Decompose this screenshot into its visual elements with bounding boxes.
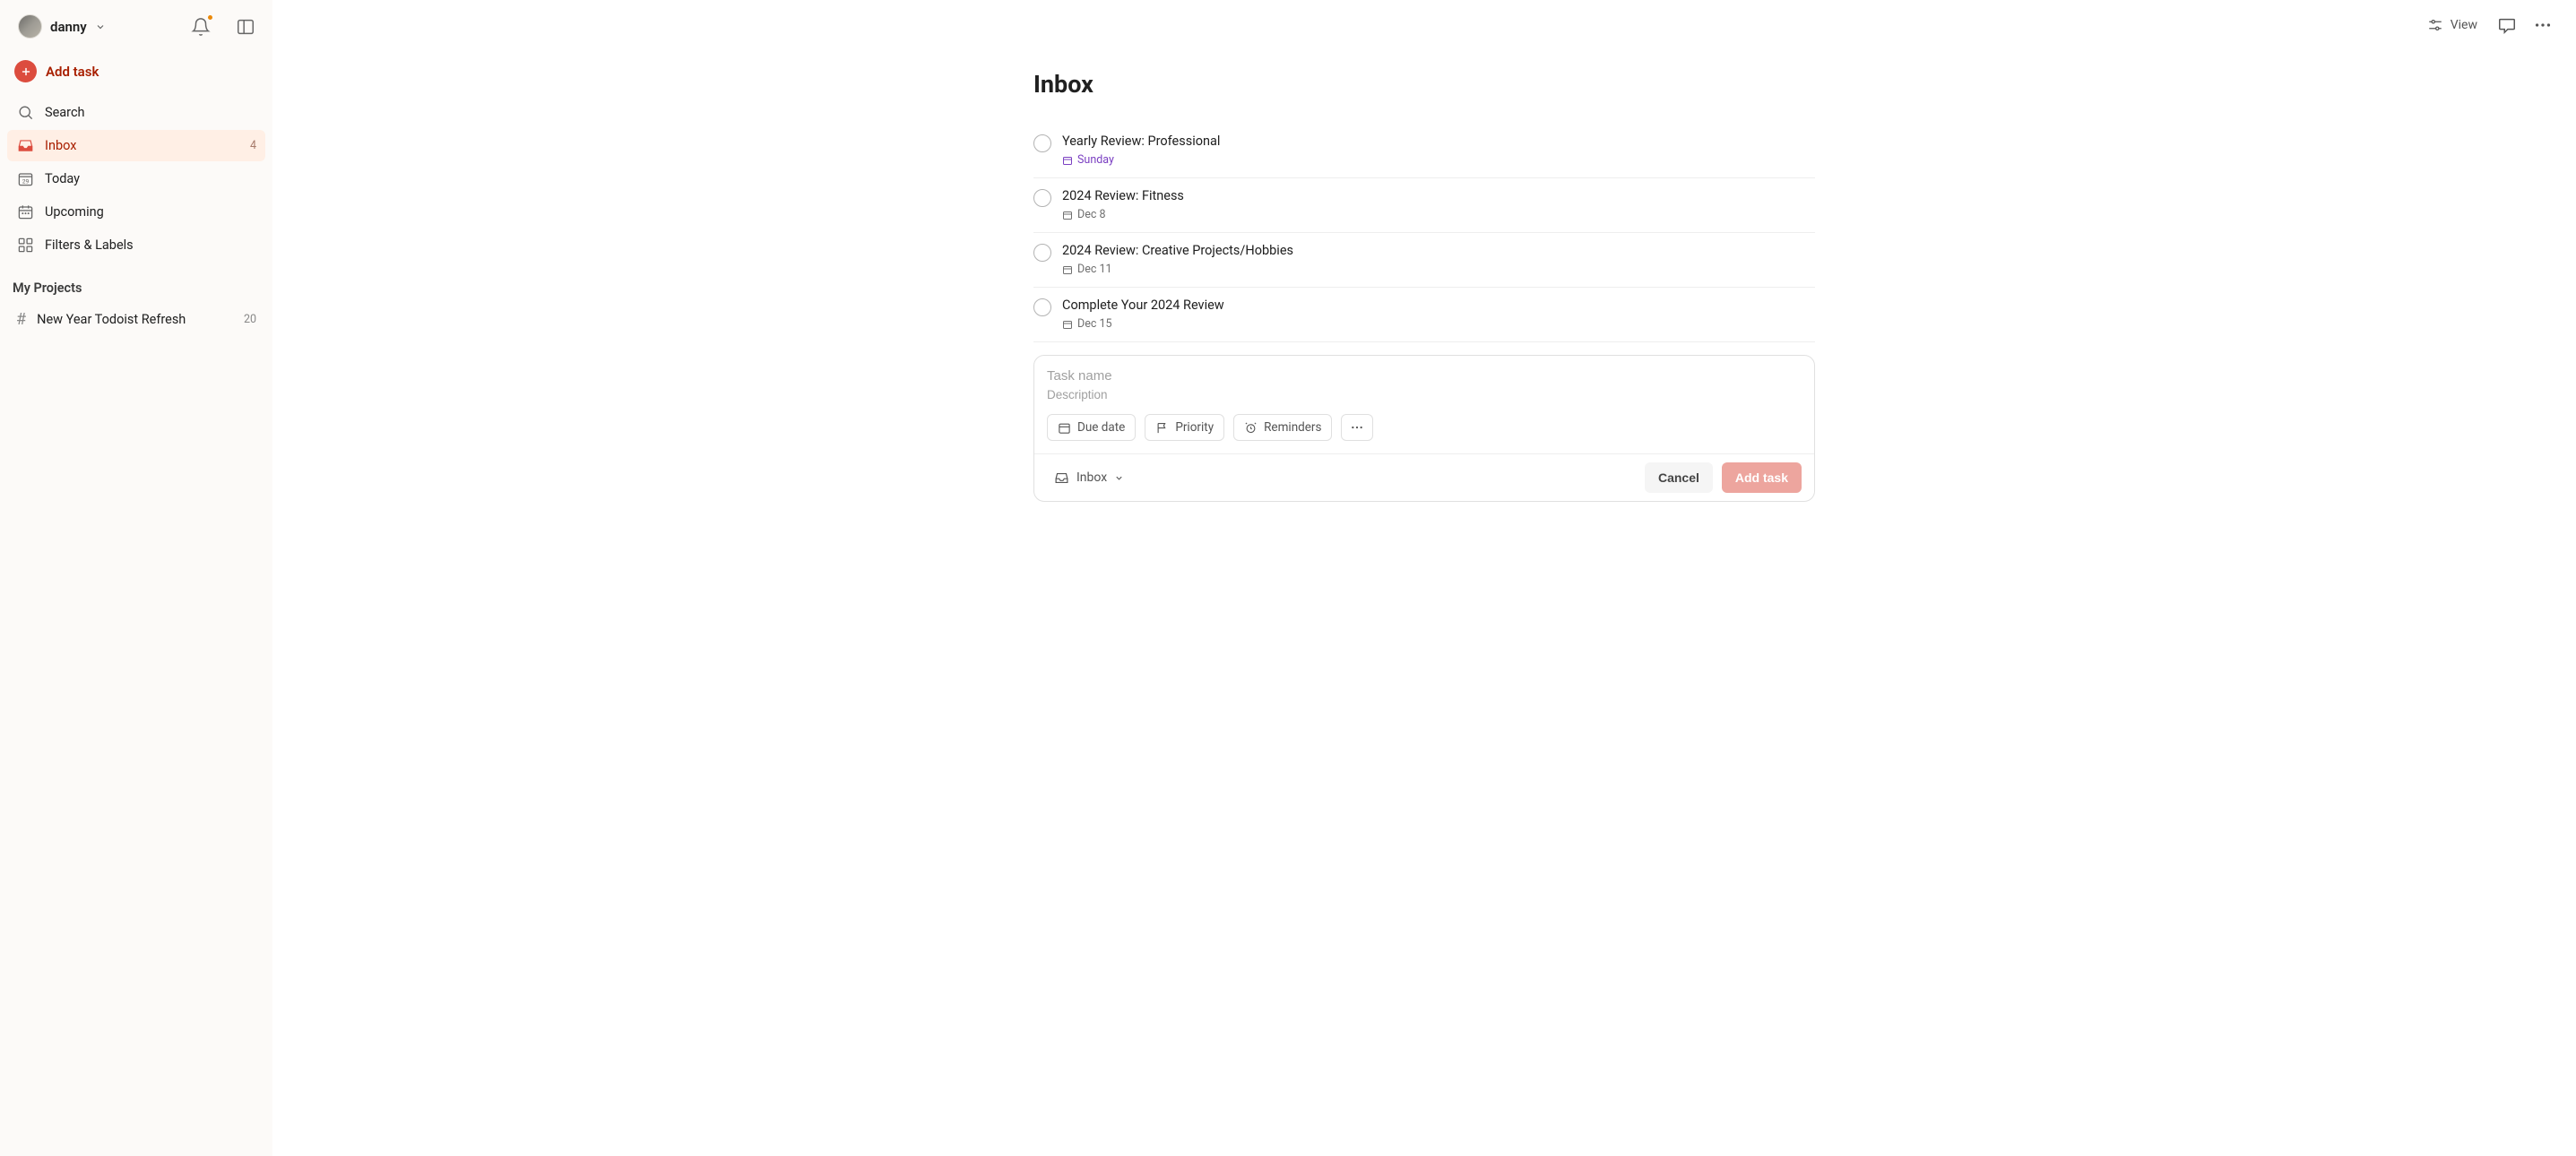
nav-label: Inbox bbox=[45, 138, 76, 153]
calendar-icon bbox=[1062, 155, 1073, 166]
pill-label: Priority bbox=[1175, 420, 1214, 435]
calendar-icon bbox=[1058, 421, 1071, 435]
task-description-input[interactable] bbox=[1047, 385, 1802, 414]
project-select-label: Inbox bbox=[1076, 470, 1107, 485]
alarm-icon bbox=[1244, 421, 1258, 435]
inbox-count: 4 bbox=[250, 139, 256, 152]
svg-text:29: 29 bbox=[22, 177, 29, 185]
task-date: Sunday bbox=[1062, 153, 1220, 167]
projects-header[interactable]: My Projects bbox=[7, 261, 265, 303]
content: Inbox Yearly Review: Professional Sunday bbox=[272, 50, 2576, 1156]
add-task-label: Add task bbox=[46, 64, 99, 80]
task-row[interactable]: 2024 Review: Fitness Dec 8 bbox=[1033, 178, 1815, 233]
nav-list: Search Inbox 4 29 Today Upcoming Filter bbox=[7, 97, 265, 261]
pill-label: Due date bbox=[1077, 420, 1125, 435]
task-list: Yearly Review: Professional Sunday 2024 … bbox=[1033, 124, 1815, 342]
project-name: New Year Todoist Refresh bbox=[37, 312, 186, 327]
nav-item-inbox[interactable]: Inbox 4 bbox=[7, 130, 265, 161]
nav-item-upcoming[interactable]: Upcoming bbox=[7, 196, 265, 228]
pill-label: Reminders bbox=[1264, 420, 1321, 435]
due-date-button[interactable]: Due date bbox=[1047, 414, 1136, 441]
task-date: Dec 8 bbox=[1062, 208, 1184, 221]
sidebar-toggle-button[interactable] bbox=[233, 14, 258, 39]
search-icon bbox=[16, 104, 34, 121]
task-body: 2024 Review: Fitness Dec 8 bbox=[1062, 188, 1184, 221]
quick-add-editor: Due date Priority Reminder bbox=[1033, 355, 1815, 502]
editor-body: Due date Priority Reminder bbox=[1034, 356, 1814, 453]
task-body: Complete Your 2024 Review Dec 15 bbox=[1062, 298, 1224, 331]
sidebar-top-icons bbox=[188, 14, 258, 39]
project-count: 20 bbox=[244, 313, 256, 326]
grid-icon bbox=[16, 237, 34, 254]
sidebar-top: danny bbox=[7, 11, 265, 51]
inbox-icon bbox=[16, 137, 34, 154]
main: View Inbox Yearly Review: Professional S… bbox=[272, 0, 2576, 1156]
avatar bbox=[18, 14, 42, 39]
editor-footer-buttons: Cancel Add task bbox=[1645, 462, 1802, 493]
task-name-input[interactable] bbox=[1047, 367, 1802, 385]
username: danny bbox=[50, 19, 87, 35]
more-icon bbox=[1350, 420, 1364, 435]
task-row[interactable]: 2024 Review: Creative Projects/Hobbies D… bbox=[1033, 233, 1815, 288]
task-body: 2024 Review: Creative Projects/Hobbies D… bbox=[1062, 243, 1293, 276]
sliders-icon bbox=[2427, 17, 2443, 33]
nav-item-filters-labels[interactable]: Filters & Labels bbox=[7, 229, 265, 261]
sidebar: danny Add task Search bbox=[0, 0, 272, 1156]
nav-label: Upcoming bbox=[45, 204, 104, 220]
topbar: View bbox=[272, 0, 2576, 50]
inbox-icon bbox=[1054, 470, 1069, 486]
calendar-icon bbox=[1062, 210, 1073, 220]
task-checkbox[interactable] bbox=[1033, 189, 1051, 207]
task-title: Complete Your 2024 Review bbox=[1062, 298, 1224, 313]
task-checkbox[interactable] bbox=[1033, 298, 1051, 316]
nav-label: Filters & Labels bbox=[45, 237, 134, 253]
task-date-text: Sunday bbox=[1077, 153, 1114, 167]
more-menu-button[interactable] bbox=[2528, 10, 2558, 40]
task-row[interactable]: Yearly Review: Professional Sunday bbox=[1033, 124, 1815, 178]
task-title: 2024 Review: Creative Projects/Hobbies bbox=[1062, 243, 1293, 258]
chevron-down-icon bbox=[1114, 473, 1124, 483]
view-label: View bbox=[2451, 18, 2477, 32]
nav-label: Today bbox=[45, 171, 80, 186]
task-checkbox[interactable] bbox=[1033, 134, 1051, 152]
editor-pill-row: Due date Priority Reminder bbox=[1047, 414, 1802, 441]
editor-footer: Inbox Cancel Add task bbox=[1034, 453, 1814, 501]
priority-button[interactable]: Priority bbox=[1145, 414, 1224, 441]
task-body: Yearly Review: Professional Sunday bbox=[1062, 134, 1220, 167]
add-task-button[interactable]: Add task bbox=[7, 55, 265, 88]
more-options-button[interactable] bbox=[1341, 414, 1373, 441]
calendar-upcoming-icon bbox=[16, 203, 34, 220]
add-task-submit-button[interactable]: Add task bbox=[1722, 462, 1802, 493]
task-title: Yearly Review: Professional bbox=[1062, 134, 1220, 149]
nav-label: Search bbox=[45, 105, 85, 120]
project-item[interactable]: # New Year Todoist Refresh 20 bbox=[7, 303, 265, 336]
task-row[interactable]: Complete Your 2024 Review Dec 15 bbox=[1033, 288, 1815, 342]
task-date: Dec 11 bbox=[1062, 263, 1293, 276]
project-select[interactable]: Inbox bbox=[1047, 466, 1131, 490]
task-checkbox[interactable] bbox=[1033, 244, 1051, 262]
task-title: 2024 Review: Fitness bbox=[1062, 188, 1184, 203]
notifications-button[interactable] bbox=[188, 14, 213, 39]
calendar-icon bbox=[1062, 319, 1073, 330]
calendar-icon bbox=[1062, 264, 1073, 275]
plus-circle-icon bbox=[14, 60, 37, 82]
task-date: Dec 15 bbox=[1062, 317, 1224, 331]
page-title: Inbox bbox=[1033, 70, 1815, 99]
nav-item-search[interactable]: Search bbox=[7, 97, 265, 128]
view-button[interactable]: View bbox=[2418, 12, 2486, 39]
content-inner: Inbox Yearly Review: Professional Sunday bbox=[1033, 70, 1815, 1136]
chevron-down-icon bbox=[95, 22, 106, 32]
user-menu-button[interactable]: danny bbox=[14, 13, 109, 40]
nav-item-today[interactable]: 29 Today bbox=[7, 163, 265, 194]
flag-icon bbox=[1155, 421, 1169, 435]
task-date-text: Dec 11 bbox=[1077, 263, 1112, 276]
task-date-text: Dec 15 bbox=[1077, 317, 1112, 331]
calendar-today-icon: 29 bbox=[16, 170, 34, 187]
comments-button[interactable] bbox=[2492, 10, 2522, 40]
cancel-button[interactable]: Cancel bbox=[1645, 462, 1713, 493]
notification-dot-icon bbox=[206, 13, 214, 22]
hash-icon: # bbox=[16, 310, 26, 329]
reminders-button[interactable]: Reminders bbox=[1233, 414, 1332, 441]
task-date-text: Dec 8 bbox=[1077, 208, 1106, 221]
